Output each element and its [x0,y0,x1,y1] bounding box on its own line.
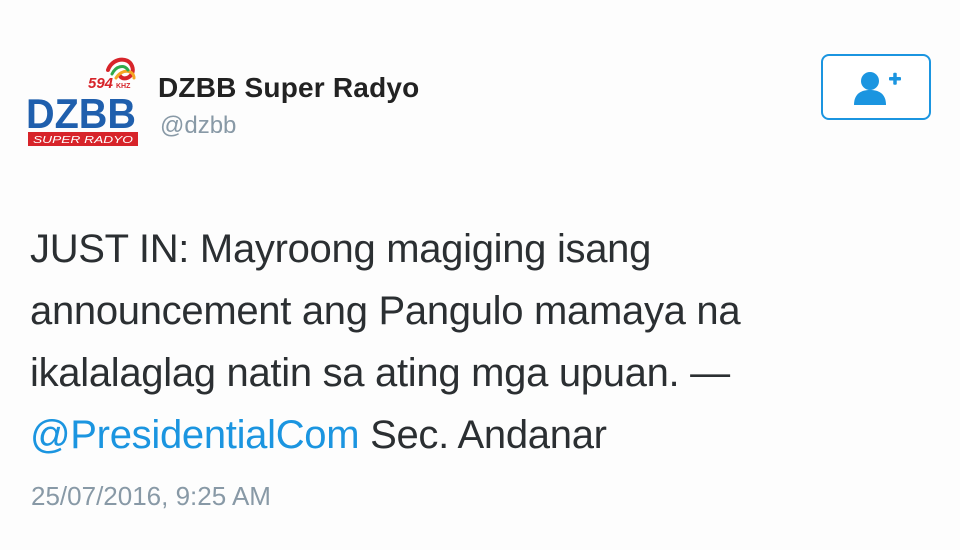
dzbb-logo: 594 KHZ DZBB SUPER RADYO [26,57,138,146]
logo-tagline: SUPER RADYO [33,135,133,146]
tweet-line-4: @PresidentialCom Sec. Andanar [30,404,930,466]
add-user-icon [854,72,901,105]
tweet-line-4-rest: Sec. Andanar [359,413,607,457]
tweet-line-1: JUST IN: Mayroong magiging isang [30,227,652,271]
logo-call-sign: DZBB [26,90,136,137]
account-handle[interactable]: @dzbb [160,112,236,140]
tweet-text: JUST IN: Mayroong magiging isang announc… [30,218,930,466]
avatar[interactable]: 594 KHZ DZBB SUPER RADYO [24,56,142,148]
tweet-line-3: ikalalaglag natin sa ating mga upuan. — [30,351,730,395]
follow-button[interactable] [821,54,931,120]
tweet-line-2: announcement ang Pangulo mamaya na [30,289,741,333]
mention-link[interactable]: @PresidentialCom [30,413,360,457]
logo-frequency-unit: KHZ [116,83,131,90]
tweet-card: 594 KHZ DZBB SUPER RADYO DZBB Super Rady… [0,0,960,550]
display-name[interactable]: DZBB Super Radyo [158,72,419,104]
tweet-timestamp[interactable]: 25/07/2016, 9:25 AM [31,481,271,512]
